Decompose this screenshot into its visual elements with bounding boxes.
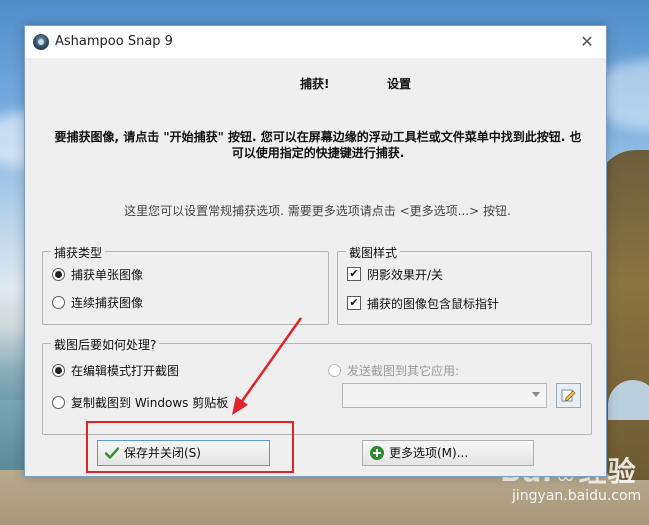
annotation-arrow bbox=[232, 317, 303, 415]
